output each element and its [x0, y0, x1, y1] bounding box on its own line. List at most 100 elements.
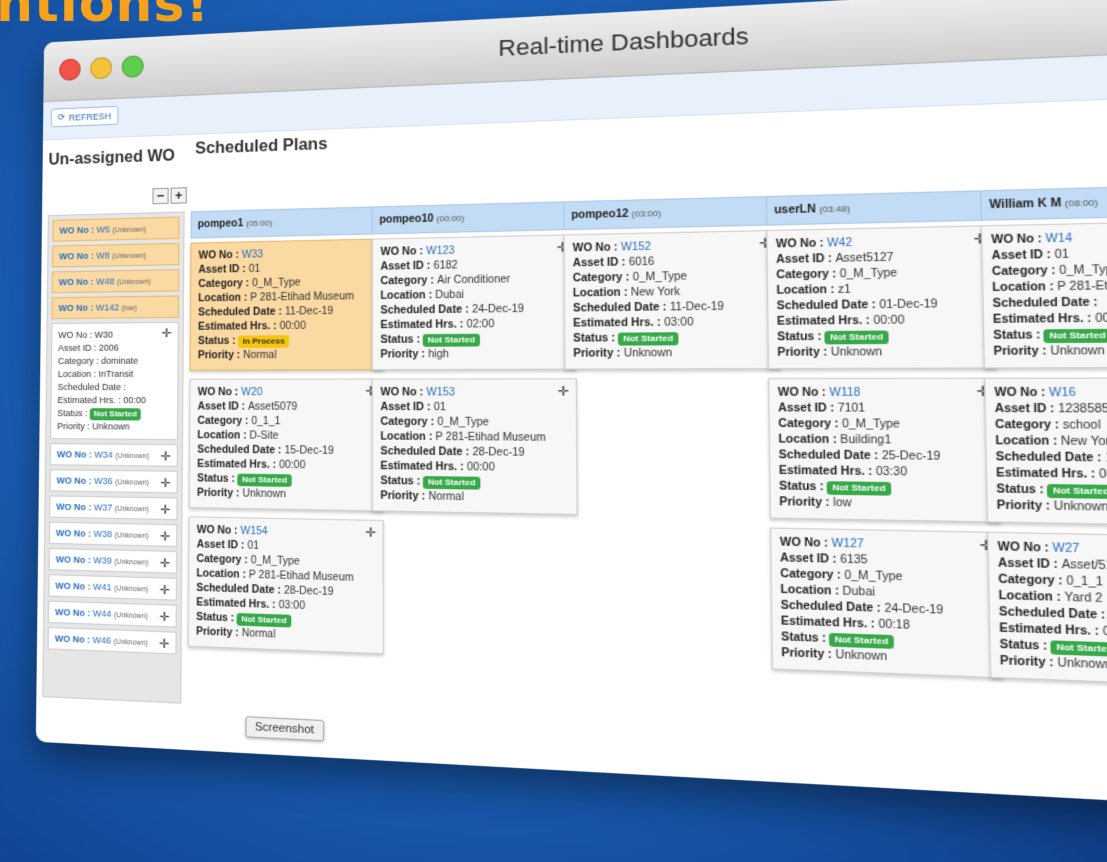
field-value[interactable]: W16	[1049, 387, 1076, 400]
move-icon[interactable]: ✛	[557, 384, 569, 399]
field-value[interactable]: W42	[827, 237, 852, 250]
move-icon[interactable]: ✛	[161, 326, 171, 340]
field-label: Priority :	[57, 421, 93, 432]
field-label: Asset ID :	[57, 342, 99, 353]
collapse-unassigned-button[interactable]: −	[152, 187, 169, 205]
column-header: pompeo12 (03:00)	[563, 195, 780, 231]
field-value[interactable]: W118	[829, 387, 860, 399]
field-value[interactable]: W20	[241, 387, 262, 398]
unassigned-item[interactable]: WO No : W34 (Unknown) ✛	[49, 443, 178, 467]
unassigned-card[interactable]: ✛ WO No : W30 Asset ID : 2006 Category : do…	[50, 321, 179, 441]
unassigned-item[interactable]: WO No : W5 (Unknown)	[52, 216, 180, 242]
work-order-card[interactable]: ✛ WO No : W20 Asset ID : Asset5079 Category…	[188, 378, 384, 512]
field-value: 28-Dec-19	[283, 585, 334, 599]
work-order-card[interactable]: ✛WO No : W27Asset ID : Asset/510Category…	[987, 531, 1107, 688]
wo-number: W36	[94, 475, 116, 487]
move-icon[interactable]: ✛	[160, 449, 170, 463]
field-value[interactable]: W33	[242, 249, 263, 261]
card-field: WO No : W153	[380, 386, 567, 401]
field-label: Scheduled Date :	[198, 306, 285, 319]
field-value: 02:00	[466, 318, 495, 331]
unassigned-item[interactable]: WO No : W46 (Unknown) ✛	[47, 626, 177, 655]
field-label: Status :	[57, 408, 90, 419]
work-order-card[interactable]: ✛ WO No : W154 Asset ID : 01 Category : 0_M…	[187, 516, 384, 655]
field-label: Asset ID :	[780, 552, 841, 567]
field-value: Normal	[243, 349, 277, 362]
work-order-card[interactable]: ✛ WO No : W153 Asset ID : 01 Category : 0_M…	[371, 378, 578, 516]
field-value: 03:30	[875, 465, 908, 479]
field-value: 01-Dec-19	[879, 298, 938, 312]
work-order-card[interactable]: ✛ WO No : W152 Asset ID : 6016 Category : 0…	[563, 229, 782, 370]
field-value: 0_M_Type	[632, 270, 688, 284]
move-icon[interactable]: ✛	[160, 476, 170, 490]
field-value: 11-Dec-19	[669, 301, 725, 314]
field-value: 00:00	[466, 461, 495, 474]
field-label: Status :	[779, 480, 828, 494]
unassigned-item[interactable]: WO No : W44 (Unknown) ✛	[48, 600, 177, 628]
field-label: Status :	[380, 475, 424, 488]
status-badge: Not Started	[829, 632, 894, 649]
field-value[interactable]: W123	[426, 245, 455, 257]
move-icon[interactable]: ✛	[159, 583, 169, 598]
field-value: 00	[1102, 625, 1107, 640]
refresh-label: REFRESH	[68, 110, 112, 123]
technician-hours: (03:00)	[631, 208, 662, 219]
work-order-card[interactable]: ✛ WO No : W123 Asset ID : 6182 Category : A…	[371, 234, 577, 371]
unassigned-item[interactable]: WO No : W8 (Unknown)	[52, 242, 180, 268]
unassigned-item[interactable]: WO No : W142 (low)	[51, 295, 179, 320]
move-icon[interactable]: ✛	[160, 502, 170, 517]
field-value: 03:00	[664, 316, 694, 330]
field-label: Asset ID :	[991, 248, 1055, 263]
field-label: Location :	[776, 284, 839, 298]
work-order-card[interactable]: ✛ WO No : W42 Asset ID : Asset5127 Category…	[766, 225, 998, 370]
unassigned-item[interactable]: WO No : W41 (Unknown) ✛	[48, 574, 177, 601]
move-icon[interactable]: ✛	[160, 556, 170, 571]
field-value: 00:00	[123, 395, 146, 406]
unassigned-item[interactable]: WO No : W48 (Unknown)	[51, 269, 180, 294]
status-badge: Not Started	[237, 473, 292, 487]
card-field: Category : 0_M_Type	[778, 417, 989, 434]
field-value: Normal	[241, 627, 276, 641]
field-label: WO No :	[994, 386, 1050, 400]
unassigned-item[interactable]: WO No : W37 (Unknown) ✛	[49, 495, 178, 521]
field-value: 1238585	[1057, 403, 1107, 416]
status-badge: Not Started	[1047, 484, 1107, 499]
field-value: 6135	[839, 553, 868, 567]
card-field: Estimated Hrs. : 00	[993, 310, 1107, 328]
card-field: Location : P 281-Etihad Museum	[198, 290, 375, 307]
field-value[interactable]: W14	[1045, 233, 1072, 246]
work-order-card[interactable]: ✛ WO No : W118 Asset ID : 7101 Category : 0…	[768, 377, 1001, 523]
field-label: WO No :	[58, 329, 95, 341]
field-value[interactable]: W153	[426, 387, 455, 399]
move-icon[interactable]: ✛	[365, 525, 376, 540]
work-order-card[interactable]: WO No : W33 Asset ID : 01 Category : 0_M_T…	[189, 238, 384, 371]
field-value[interactable]: W127	[831, 538, 864, 551]
field-value[interactable]: W30	[95, 330, 113, 340]
status-badge: Not Started	[824, 330, 889, 345]
work-order-card[interactable]: ✛WO No : W16Asset ID : 1238585Category :…	[983, 377, 1107, 527]
move-icon[interactable]: ✛	[159, 609, 169, 624]
work-order-card[interactable]: ✛ WO No : W127 Asset ID : 6135 Category : 0…	[769, 527, 1005, 679]
field-value[interactable]: W154	[240, 526, 267, 538]
status-badge: Not Started	[618, 332, 678, 346]
unassigned-item[interactable]: WO No : W36 (Unknown) ✛	[49, 469, 178, 494]
field-label: Priority :	[777, 346, 831, 360]
field-value[interactable]: W27	[1052, 542, 1079, 555]
unassigned-item[interactable]: WO No : W38 (Unknown) ✛	[48, 521, 178, 547]
field-value: 0_1_1	[251, 415, 281, 428]
field-value: z1	[837, 283, 851, 297]
expand-unassigned-button[interactable]: +	[170, 187, 187, 204]
refresh-button[interactable]: ⟳ REFRESH	[50, 105, 119, 128]
move-icon[interactable]: ✛	[159, 636, 169, 651]
field-label: WO No :	[991, 233, 1046, 247]
field-value: P 281-Etihad Museum	[248, 569, 354, 585]
move-icon[interactable]: ✛	[160, 529, 170, 544]
field-value: 0_M_Typ	[1059, 263, 1107, 278]
field-value: 01	[248, 263, 261, 276]
field-value[interactable]: W152	[621, 241, 651, 253]
unassigned-item[interactable]: WO No : W39 (Unknown) ✛	[48, 547, 178, 574]
work-order-card[interactable]: ✛WO No : W14Asset ID : 01Category : 0_M_…	[980, 220, 1107, 369]
field-label: Status :	[196, 611, 238, 625]
field-label: Priority :	[197, 349, 244, 362]
wo-label: WO No :	[55, 527, 94, 539]
